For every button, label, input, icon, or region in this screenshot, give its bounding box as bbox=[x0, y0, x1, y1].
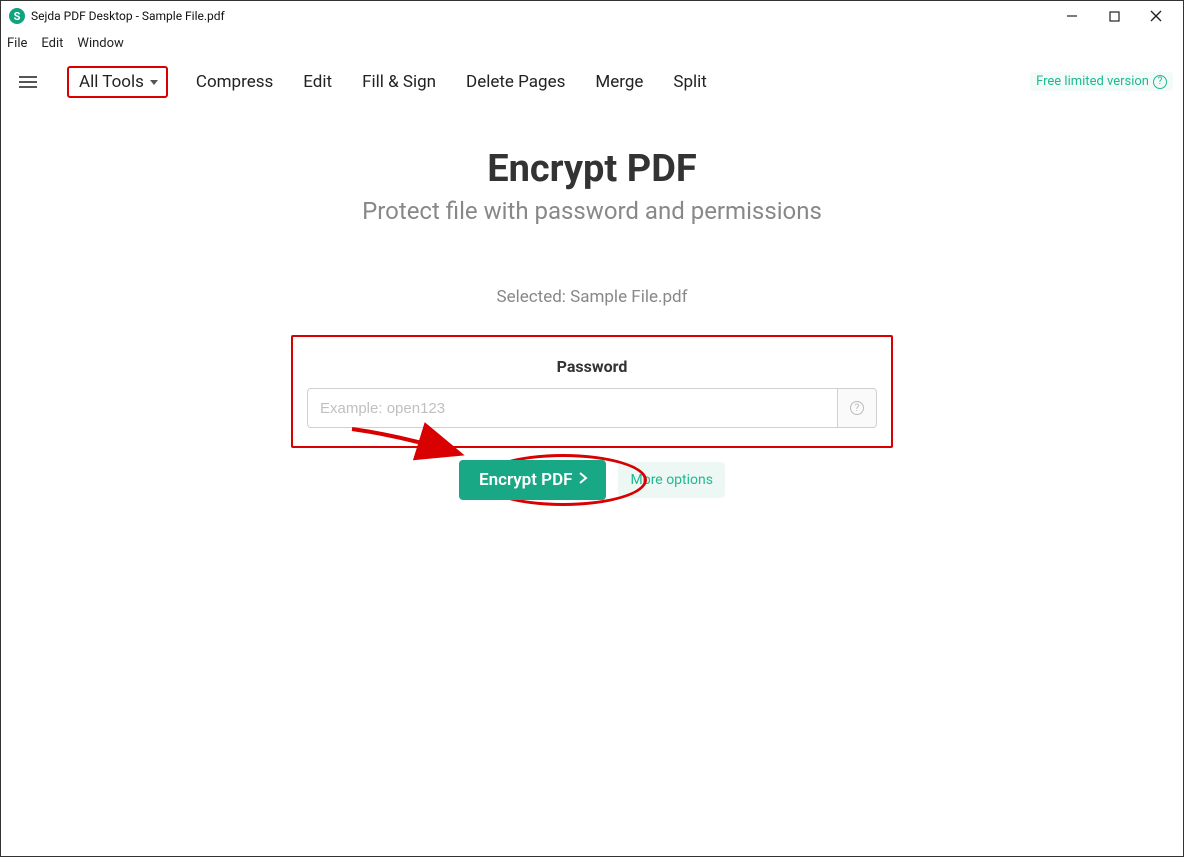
window-title: Sejda PDF Desktop - Sample File.pdf bbox=[31, 9, 1051, 23]
version-label: Free limited version bbox=[1036, 74, 1149, 89]
menu-bar: File Edit Window bbox=[1, 31, 1183, 57]
encrypt-button[interactable]: Encrypt PDF bbox=[459, 460, 606, 500]
menu-window[interactable]: Window bbox=[77, 36, 123, 51]
password-help-button[interactable]: ? bbox=[837, 388, 877, 428]
tool-split[interactable]: Split bbox=[671, 68, 708, 96]
password-section: Password ? bbox=[291, 335, 893, 448]
tool-merge[interactable]: Merge bbox=[593, 68, 645, 96]
tool-delete-pages[interactable]: Delete Pages bbox=[464, 68, 567, 96]
password-row: ? bbox=[307, 388, 877, 428]
action-row: Encrypt PDF More options bbox=[1, 460, 1183, 500]
all-tools-dropdown[interactable]: All Tools bbox=[67, 66, 168, 98]
tool-compress[interactable]: Compress bbox=[194, 68, 275, 96]
chevron-right-icon bbox=[578, 470, 588, 490]
tool-edit[interactable]: Edit bbox=[301, 68, 334, 96]
hamburger-icon[interactable] bbox=[19, 76, 37, 88]
chevron-down-icon bbox=[150, 80, 158, 85]
window-controls bbox=[1051, 1, 1177, 31]
page-subtitle: Protect file with password and permissio… bbox=[1, 197, 1183, 225]
close-button[interactable] bbox=[1135, 1, 1177, 31]
tool-fill-sign[interactable]: Fill & Sign bbox=[360, 68, 438, 96]
main-content: Encrypt PDF Protect file with password a… bbox=[1, 107, 1183, 500]
help-icon: ? bbox=[1153, 75, 1167, 89]
selected-file-label: Selected: Sample File.pdf bbox=[1, 287, 1183, 307]
app-logo-icon: S bbox=[9, 8, 25, 24]
help-icon: ? bbox=[850, 401, 864, 415]
more-options-button[interactable]: More options bbox=[618, 462, 725, 498]
maximize-button[interactable] bbox=[1093, 1, 1135, 31]
version-badge[interactable]: Free limited version ? bbox=[1030, 72, 1173, 91]
minimize-button[interactable] bbox=[1051, 1, 1093, 31]
password-label: Password bbox=[303, 357, 881, 376]
menu-edit[interactable]: Edit bbox=[41, 36, 63, 51]
title-bar: S Sejda PDF Desktop - Sample File.pdf bbox=[1, 1, 1183, 31]
page-title: Encrypt PDF bbox=[1, 147, 1183, 191]
menu-file[interactable]: File bbox=[7, 36, 27, 51]
all-tools-label: All Tools bbox=[79, 72, 144, 92]
password-input[interactable] bbox=[307, 388, 837, 428]
toolbar: All Tools Compress Edit Fill & Sign Dele… bbox=[1, 57, 1183, 107]
encrypt-button-label: Encrypt PDF bbox=[479, 470, 572, 490]
